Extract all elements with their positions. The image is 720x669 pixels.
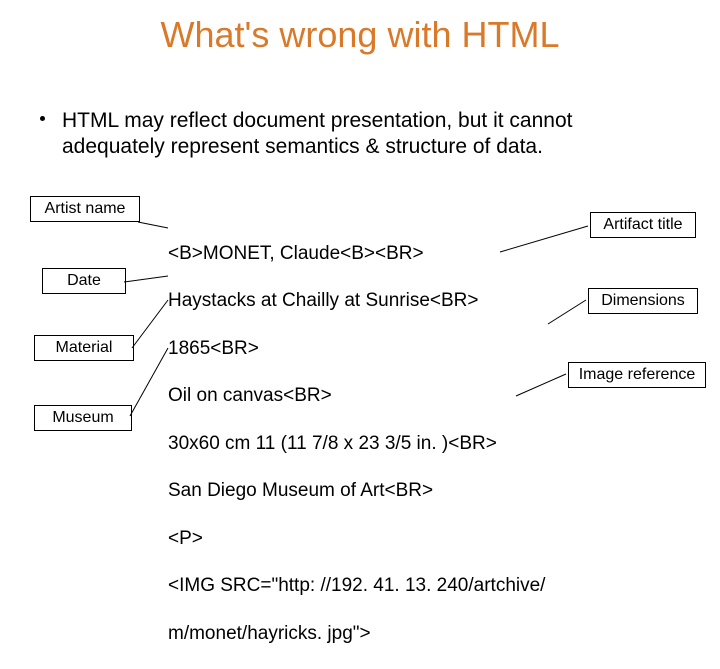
- bullet-dot-icon: [40, 116, 45, 121]
- code-line-img2: m/monet/hayricks. jpg">: [168, 622, 588, 646]
- label-museum: Museum: [34, 405, 132, 431]
- code-line-title: Haystacks at Chailly at Sunrise<BR>: [168, 289, 588, 313]
- code-line-p: <P>: [168, 527, 588, 551]
- code-line-material: Oil on canvas<BR>: [168, 384, 588, 408]
- code-line-date: 1865<BR>: [168, 337, 588, 361]
- code-line-img1: <IMG SRC="http: //192. 41. 13. 240/artch…: [168, 574, 588, 598]
- code-line-dimensions: 30x60 cm 11 (11 7/8 x 23 3/5 in. )<BR>: [168, 432, 588, 456]
- slide-title: What's wrong with HTML: [0, 14, 720, 56]
- label-artist-name: Artist name: [30, 196, 140, 222]
- label-material: Material: [34, 335, 134, 361]
- bullet-text: HTML may reflect document presentation, …: [62, 108, 680, 161]
- label-artifact-title: Artifact title: [590, 212, 696, 238]
- html-code-block: <B>MONET, Claude<B><BR> Haystacks at Cha…: [168, 218, 588, 669]
- code-line-artist: <B>MONET, Claude<B><BR>: [168, 242, 588, 266]
- slide: What's wrong with HTML HTML may reflect …: [0, 0, 720, 540]
- label-date: Date: [42, 268, 126, 294]
- code-line-museum: San Diego Museum of Art<BR>: [168, 479, 588, 503]
- label-dimensions: Dimensions: [588, 288, 698, 314]
- bullet-item: HTML may reflect document presentation, …: [40, 108, 680, 161]
- label-image-reference: Image reference: [568, 362, 706, 388]
